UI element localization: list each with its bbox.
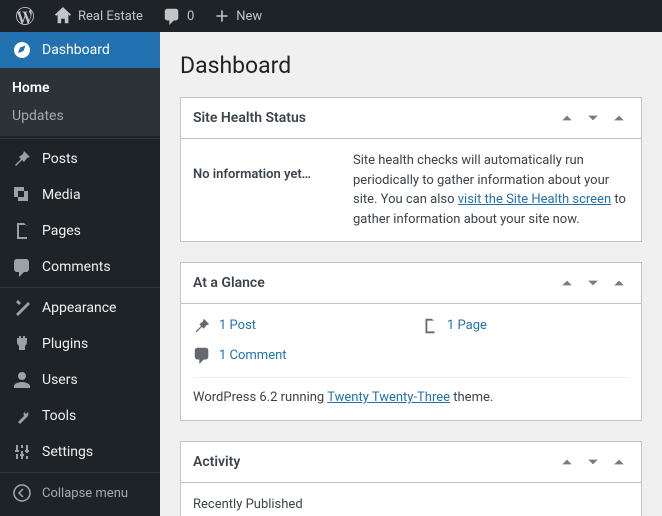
- glance-footer: WordPress 6.2 running Twenty Twenty-Thre…: [193, 377, 629, 408]
- comments-count: 0: [187, 9, 194, 24]
- menu-comments[interactable]: Comments: [0, 249, 160, 285]
- users-icon: [12, 370, 32, 390]
- glance-pages[interactable]: 1 Page: [421, 316, 629, 336]
- menu-appearance[interactable]: Appearance: [0, 290, 160, 326]
- comment-icon: [163, 7, 181, 25]
- at-a-glance-widget: At a Glance 1 Post 1 Page: [180, 262, 642, 421]
- pages-icon: [421, 317, 439, 335]
- home-icon: [54, 7, 72, 25]
- media-icon: [12, 185, 32, 205]
- menu-users[interactable]: Users: [0, 362, 160, 398]
- site-health-widget: Site Health Status No information yet… S…: [180, 97, 642, 242]
- glance-title: At a Glance: [193, 275, 265, 291]
- new-content-link[interactable]: New: [206, 0, 270, 32]
- appearance-icon: [12, 298, 32, 318]
- site-name-label: Real Estate: [78, 9, 143, 24]
- submenu-dashboard: Home Updates: [0, 68, 160, 136]
- site-health-title: Site Health Status: [193, 110, 306, 126]
- wp-logo-icon[interactable]: [8, 0, 42, 32]
- site-health-link[interactable]: visit the Site Health screen: [458, 192, 611, 207]
- site-name-link[interactable]: Real Estate: [46, 0, 151, 32]
- pin-icon: [193, 317, 211, 335]
- comments-icon: [12, 257, 32, 277]
- menu-dashboard[interactable]: Dashboard: [0, 32, 160, 68]
- submenu-updates[interactable]: Updates: [0, 102, 160, 130]
- health-no-info: No information yet…: [193, 151, 333, 229]
- submenu-home[interactable]: Home: [0, 74, 160, 102]
- activity-widget: Activity Recently Published: [180, 441, 642, 516]
- menu-plugins[interactable]: Plugins: [0, 326, 160, 362]
- toggle-button[interactable]: [609, 452, 629, 472]
- move-down-button[interactable]: [583, 273, 603, 293]
- menu-media[interactable]: Media: [0, 177, 160, 213]
- menu-settings[interactable]: Settings: [0, 434, 160, 470]
- main-content: Dashboard Site Health Status No informat…: [160, 32, 662, 516]
- theme-link[interactable]: Twenty Twenty-Three: [327, 390, 450, 405]
- activity-title: Activity: [193, 454, 240, 470]
- dashboard-icon: [12, 40, 32, 60]
- toggle-button[interactable]: [609, 108, 629, 128]
- plus-icon: [214, 8, 230, 24]
- move-up-button[interactable]: [557, 452, 577, 472]
- new-label: New: [236, 9, 262, 24]
- move-down-button[interactable]: [583, 452, 603, 472]
- glance-posts[interactable]: 1 Post: [193, 316, 401, 336]
- health-description: Site health checks will automatically ru…: [353, 151, 629, 229]
- comment-icon: [193, 346, 211, 364]
- menu-tools[interactable]: Tools: [0, 398, 160, 434]
- glance-comments[interactable]: 1 Comment: [193, 346, 401, 366]
- pin-icon: [12, 149, 32, 169]
- move-down-button[interactable]: [583, 108, 603, 128]
- menu-pages[interactable]: Pages: [0, 213, 160, 249]
- pages-icon: [12, 221, 32, 241]
- comments-link[interactable]: 0: [155, 0, 202, 32]
- move-up-button[interactable]: [557, 273, 577, 293]
- collapse-menu[interactable]: Collapse menu: [0, 475, 160, 511]
- admin-menu: Dashboard Home Updates Posts Media Pages…: [0, 32, 160, 516]
- admin-toolbar: Real Estate 0 New: [0, 0, 662, 32]
- move-up-button[interactable]: [557, 108, 577, 128]
- activity-recently: Recently Published: [193, 495, 629, 515]
- toggle-button[interactable]: [609, 273, 629, 293]
- settings-icon: [12, 442, 32, 462]
- plugins-icon: [12, 334, 32, 354]
- tools-icon: [12, 406, 32, 426]
- menu-posts[interactable]: Posts: [0, 141, 160, 177]
- collapse-icon: [12, 483, 32, 503]
- page-title: Dashboard: [180, 52, 642, 79]
